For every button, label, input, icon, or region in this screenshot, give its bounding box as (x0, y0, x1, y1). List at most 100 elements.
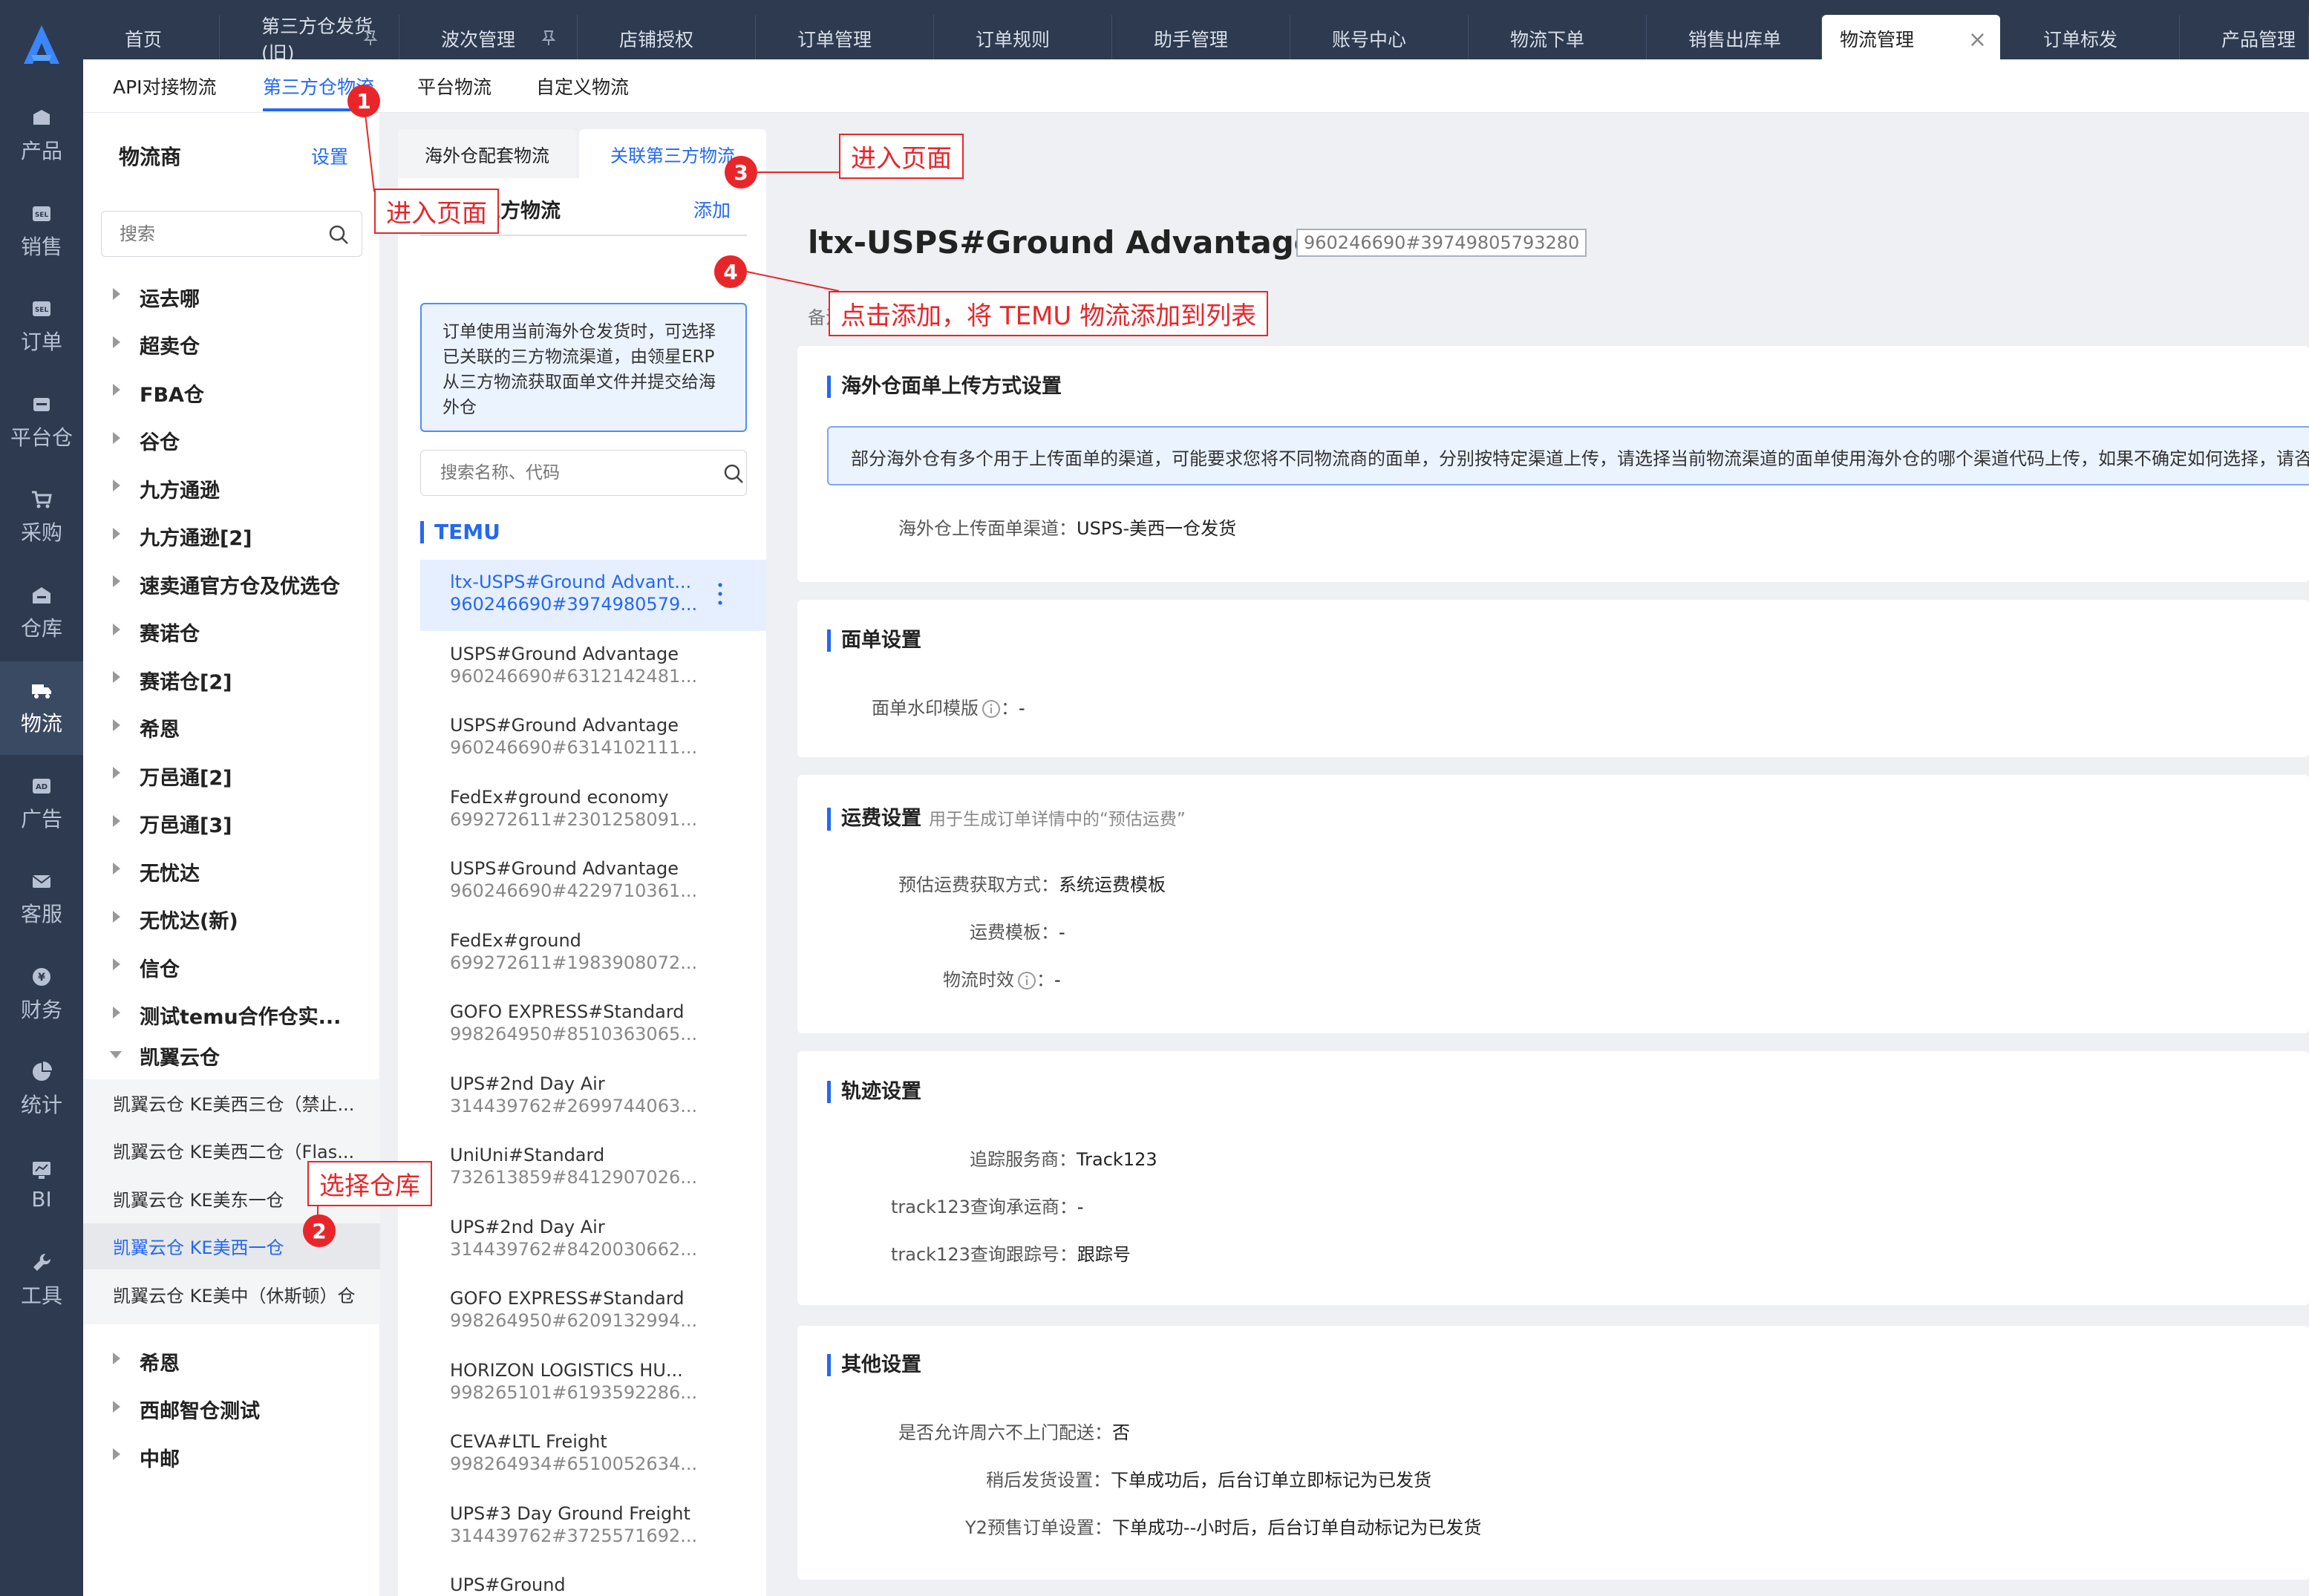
nav-item-platform-warehouse[interactable]: 平台仓 (0, 376, 83, 469)
channel-list-item[interactable]: GOFO EXPRESS#Standard 998264950#851036306… (420, 990, 766, 1061)
tree-child-warehouse[interactable]: 凯翼云仓 KE美西三仓（禁止... (83, 1079, 380, 1125)
pin-icon[interactable] (363, 30, 378, 46)
tree-child-warehouse[interactable]: 凯翼云仓 KE美西一仓 (83, 1223, 380, 1269)
caret-down-icon (110, 1051, 122, 1059)
card-track-settings: 轨迹设置 追踪服务商：Track123 track123查询承运商：- trac… (797, 1051, 2309, 1305)
top-tab-4[interactable]: 订单管理 (756, 15, 934, 62)
channel-list-item[interactable]: UPS#2nd Day Air 314439762#8420030662... (420, 1205, 766, 1276)
top-tab-6[interactable]: 助手管理 (1112, 15, 1290, 62)
tree-item[interactable]: 九方通逊[2] (83, 514, 380, 559)
ad-icon: AD (33, 778, 50, 794)
tree-item[interactable]: 运去哪 (83, 275, 380, 319)
tree-item[interactable]: 万邑通[2] (83, 753, 380, 798)
search-icon[interactable] (328, 224, 349, 245)
tree-item[interactable]: 九方通逊 (83, 466, 380, 511)
channel-list-item[interactable]: UPS#3 Day Ground Freight 314439762#372557… (420, 1491, 766, 1563)
tree-item[interactable]: 速卖通官方仓及优选仓 (83, 562, 380, 606)
nav-item-wrench[interactable]: 工具 (0, 1234, 83, 1327)
top-tab-12[interactable]: 产品管理 (2180, 15, 2309, 62)
top-tab-10[interactable]: 物流管理 × (1822, 15, 2000, 62)
top-tab-2[interactable]: 波次管理 (399, 15, 578, 62)
logo-icon[interactable] (19, 22, 64, 67)
tree-item[interactable]: 希恩 (83, 1339, 380, 1384)
nav-item-cart[interactable]: 采购 (0, 471, 83, 564)
top-tab-9[interactable]: 销售出库单 (1647, 15, 1822, 62)
channel-list-item[interactable]: ltx-USPS#Ground Advant... 960246690#39749… (420, 560, 766, 631)
channel-list-item[interactable]: USPS#Ground Advantage 960246690#631410211… (420, 703, 766, 774)
channel-name: FedEx#ground (450, 929, 581, 951)
tree-item[interactable]: 谷仓 (83, 419, 380, 463)
tree-item[interactable]: 中邮 (83, 1435, 380, 1479)
channel-list-item[interactable]: CEVA#LTL Freight 998264934#6510052634... (420, 1419, 766, 1491)
detail-title: ltx-USPS#Ground Advantage (808, 224, 1316, 261)
svg-text:SEL: SEL (35, 212, 49, 219)
nav-item-mail[interactable]: 客服 (0, 852, 83, 946)
channel-group-title: TEMU (420, 521, 500, 543)
tree-item[interactable]: 赛诺仓[2] (83, 658, 380, 702)
nav-item-product[interactable]: 产品 (0, 89, 83, 183)
top-tab-5[interactable]: 订单规则 (934, 15, 1112, 62)
top-tab-3[interactable]: 店铺授权 (578, 15, 756, 62)
tree-item[interactable]: 万邑通[3] (83, 802, 380, 846)
caret-right-icon (113, 863, 120, 874)
tree-item[interactable]: 信仓 (83, 945, 380, 990)
provider-sidebar: 物流商 设置 运去哪超卖仓FBA仓谷仓九方通逊九方通逊[2]速卖通官方仓及优选仓… (83, 113, 380, 1596)
channel-list-item[interactable]: GOFO EXPRESS#Standard 998264950#620913299… (420, 1276, 766, 1347)
divider (420, 235, 747, 236)
channel-list-item[interactable]: UniUni#Standard 732613859#8412907026... (420, 1133, 766, 1204)
annotation-marker-3: 3 (725, 156, 757, 189)
subtab-platform[interactable]: 平台物流 (417, 73, 491, 99)
caret-right-icon (113, 814, 120, 827)
top-tab-8[interactable]: 物流下单 (1469, 15, 1647, 62)
tree-item-expanded[interactable]: 凯翼云仓 (83, 1033, 380, 1078)
channel-list-item[interactable]: UPS#2nd Day Air 314439762#2699744063... (420, 1062, 766, 1133)
caret-right-icon (113, 527, 120, 540)
tree-item[interactable]: 无忧达(新) (83, 897, 380, 942)
channel-list-item[interactable]: USPS#Ground Advantage 960246690#631214248… (420, 632, 766, 703)
nav-item-pie-chart[interactable]: 统计 (0, 1043, 83, 1137)
annotation-marker-1: 1 (347, 85, 380, 117)
top-tab-0[interactable]: 首页 (83, 15, 220, 62)
provider-search-input[interactable] (101, 211, 362, 257)
tree-child-warehouse[interactable]: 凯翼云仓 KE美中（休斯顿）仓 (83, 1271, 380, 1317)
channel-list-item[interactable]: FedEx#ground economy 699272611#2301258091… (420, 775, 766, 846)
channel-list-item[interactable]: HORIZON LOGISTICS HU... 998265101#6193592… (420, 1348, 766, 1419)
nav-item-order[interactable]: SEL 订单 (0, 280, 83, 373)
pin-icon[interactable] (541, 30, 556, 46)
nav-item-sell[interactable]: SEL 销售 (0, 185, 83, 278)
tree-item[interactable]: 测试temu合作仓实... (83, 993, 380, 1038)
nav-item-bi-chart[interactable]: BI (0, 1139, 83, 1232)
top-tab-7[interactable]: 账号中心 (1290, 15, 1469, 62)
top-tab-11[interactable]: 订单标发 (2002, 15, 2180, 62)
caret-right-icon (113, 958, 120, 970)
subtab-api[interactable]: API对接物流 (113, 73, 217, 99)
tab-overseas-logistics[interactable]: 海外仓配套物流 (398, 129, 576, 178)
add-channel-button[interactable]: 添加 (693, 196, 731, 223)
channel-list-item[interactable]: USPS#Ground Advantage 960246690#422971036… (420, 846, 766, 918)
subtab-custom[interactable]: 自定义物流 (536, 73, 629, 99)
tree-item[interactable]: 西邮智仓测试 (83, 1387, 380, 1432)
card-title: 海外仓面单上传方式设置 (827, 376, 1062, 398)
nav-item-ad[interactable]: AD 广告 (0, 757, 83, 851)
channel-search-input[interactable] (420, 450, 747, 496)
top-tab-1[interactable]: 第三方仓发货(旧) (220, 15, 399, 64)
search-icon[interactable] (723, 463, 744, 484)
tree-item[interactable]: 无忧达 (83, 849, 380, 894)
channel-list-item[interactable]: FedEx#ground 699272611#1983908072... (420, 918, 766, 990)
channel-name: UPS#3 Day Ground Freight (450, 1502, 690, 1524)
nav-item-truck[interactable]: 物流 (0, 661, 83, 755)
nav-item-yen[interactable]: ¥ 财务 (0, 948, 83, 1041)
tree-item[interactable]: FBA仓 (83, 370, 380, 415)
nav-item-warehouse[interactable]: 仓库 (0, 566, 83, 660)
tree-item[interactable]: 超卖仓 (83, 323, 380, 367)
tree-item[interactable]: 希恩 (83, 706, 380, 750)
more-options-icon[interactable] (717, 579, 723, 609)
caret-right-icon (113, 288, 120, 300)
card-title: 运费设置 用于生成订单详情中的“预估运费” (827, 808, 1186, 831)
close-icon[interactable]: × (1968, 27, 1987, 53)
provider-settings-link[interactable]: 设置 (311, 143, 348, 169)
channel-list-item[interactable]: UPS#Ground (420, 1563, 766, 1596)
info-icon[interactable] (982, 699, 1001, 719)
tree-item[interactable]: 赛诺仓 (83, 610, 380, 655)
info-icon[interactable] (1017, 971, 1036, 990)
